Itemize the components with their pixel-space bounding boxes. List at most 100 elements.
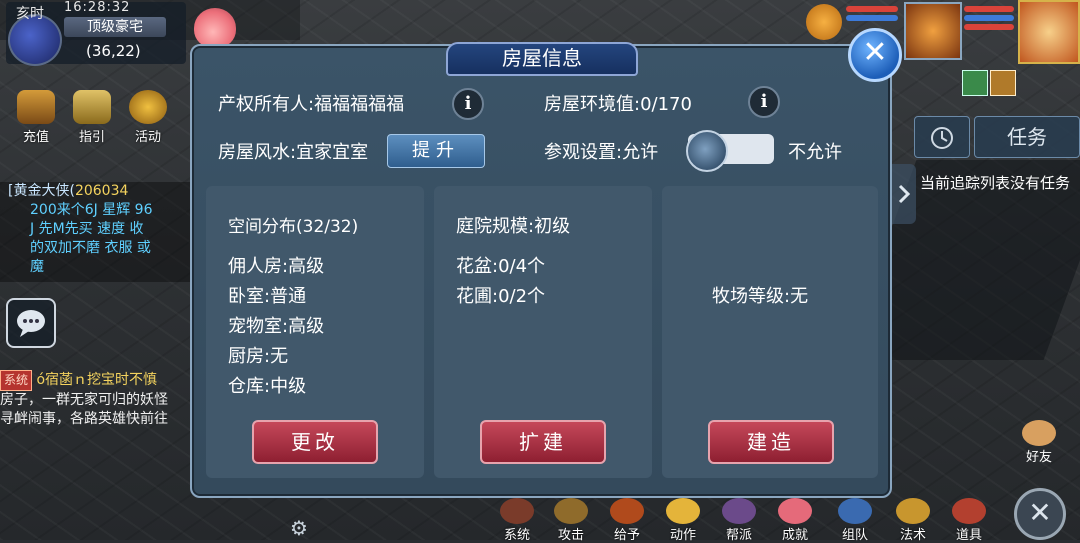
team-icon <box>838 498 872 524</box>
space-row: 厨房:无 <box>228 346 289 367</box>
treasure-chest-icon <box>17 90 55 124</box>
bag-icon <box>952 498 986 524</box>
scroll-help-icon <box>73 90 111 124</box>
dialog-title: 房屋信息 <box>446 42 638 76</box>
guide-button[interactable]: 指引 <box>66 90 118 145</box>
yard-row: 花盆:0/4个 <box>456 256 546 277</box>
system-line: 房子，一群无家可归的妖怪 <box>0 392 168 408</box>
give-label: 给予 <box>613 528 640 543</box>
ranch-title: 牧场等级:无 <box>712 286 809 307</box>
peach-icon[interactable] <box>194 8 236 48</box>
pet-mp-bar <box>846 15 898 21</box>
yard-title: 庭院规模:初级 <box>456 216 571 237</box>
team-label: 组队 <box>841 528 868 543</box>
recharge-label: 充值 <box>22 130 49 145</box>
chat-bubble-icon[interactable] <box>6 298 56 348</box>
friends-label: 好友 <box>1025 450 1052 465</box>
map-name[interactable]: 顶级豪宅 <box>64 17 166 37</box>
fengshui-label: 房屋风水:宜家宜室 <box>218 142 369 163</box>
item-label: 道具 <box>955 528 982 543</box>
player-rage-bar <box>964 24 1014 30</box>
task-empty-text: 当前追踪列表没有任务 <box>920 174 1071 192</box>
item-button[interactable]: 道具 <box>944 498 994 543</box>
close-icon: ✕ <box>862 35 888 70</box>
expand-button[interactable]: 扩建 <box>480 420 606 464</box>
sword-icon <box>554 498 588 524</box>
task-collapse-handle[interactable] <box>892 164 916 224</box>
build-button[interactable]: 建造 <box>708 420 834 464</box>
close-icon: ✕ <box>1028 496 1052 529</box>
action-label: 动作 <box>669 528 696 543</box>
recharge-button[interactable]: 充值 <box>10 90 62 145</box>
handshake-icon <box>1022 420 1056 446</box>
space-row: 卧室:普通 <box>228 286 307 307</box>
environment-value-label: 房屋环境值:0/170 <box>544 94 692 115</box>
system-message: 系统 ó宿菡ｎ挖宝时不慎 房子，一群无家可归的妖怪 寻衅闹事，各路英雄快前往 <box>0 370 190 430</box>
pet-avatar-icon[interactable] <box>806 4 842 40</box>
chat-line: 200来个6J 星辉 96 <box>30 202 153 218</box>
owner-label: 产权所有人:福福福福福 <box>218 94 405 115</box>
system-label: 系统 <box>503 528 530 543</box>
player-hp-bar <box>964 6 1014 12</box>
system-tag: 系统 <box>0 370 33 391</box>
system-line: ó宿菡ｎ挖宝时不慎 <box>36 372 158 388</box>
peach-achievement-icon <box>778 498 812 524</box>
pet-hp-bar <box>846 6 898 12</box>
team-button[interactable]: 组队 <box>830 498 880 543</box>
info-icon[interactable]: i <box>748 86 780 118</box>
pet-portrait-icon[interactable] <box>904 2 962 60</box>
guild-button[interactable]: 帮派 <box>714 498 764 543</box>
activity-button[interactable]: 活动 <box>122 90 174 145</box>
settings-gear-icon[interactable]: ⚙ <box>290 516 308 540</box>
chat-sender-id: 206034 <box>74 183 129 199</box>
game-time-label: 亥时 <box>16 6 44 22</box>
system-line: 寻衅闹事，各路英雄快前往 <box>0 411 168 427</box>
attack-label: 攻击 <box>557 528 584 543</box>
map-coordinates: (36,22) <box>86 42 141 60</box>
buff-icon[interactable] <box>990 70 1016 96</box>
chat-line: 魔 <box>30 259 44 275</box>
visit-setting-label: 参观设置:允许 <box>544 142 659 163</box>
task-tab[interactable]: 任务 <box>974 116 1080 158</box>
change-button[interactable]: 更改 <box>252 420 378 464</box>
close-menu-button[interactable]: ✕ <box>1014 488 1066 540</box>
visit-toggle-knob[interactable] <box>686 130 728 172</box>
space-row: 宠物室:高级 <box>228 316 325 337</box>
buff-icon[interactable] <box>962 70 988 96</box>
friends-button[interactable]: 好友 <box>1014 420 1064 470</box>
system-button[interactable]: 系统 <box>492 498 542 543</box>
clock: 16:28:32 <box>64 0 131 15</box>
upgrade-button[interactable]: 提升 <box>387 134 485 168</box>
yard-row: 花圃:0/2个 <box>456 286 546 307</box>
chat-line: 的双加不磨 衣服 或 <box>30 240 151 256</box>
player-mp-bar <box>964 15 1014 21</box>
space-row: 仓库:中级 <box>228 376 307 397</box>
chat-sender[interactable]: [黄金大侠( <box>8 183 75 199</box>
guild-label: 帮派 <box>725 528 752 543</box>
visit-off-label: 不允许 <box>788 142 842 163</box>
achievement-label: 成就 <box>781 528 808 543</box>
smiley-icon <box>666 498 700 524</box>
achievement-button[interactable]: 成就 <box>770 498 820 543</box>
chat-line: J 先M先买 速度 收 <box>30 221 144 237</box>
action-button[interactable]: 动作 <box>658 498 708 543</box>
guild-icon <box>722 498 756 524</box>
close-button[interactable]: ✕ <box>848 28 902 82</box>
system-icon <box>500 498 534 524</box>
spell-label: 法术 <box>899 528 926 543</box>
give-button[interactable]: 给予 <box>602 498 652 543</box>
info-icon[interactable]: i <box>452 88 484 120</box>
space-row: 佣人房:高级 <box>228 256 325 277</box>
task-clock-tab[interactable] <box>914 116 970 158</box>
chat-line: [黄金大侠(206034 <box>0 182 190 201</box>
space-title: 空间分布(32/32) <box>228 217 359 237</box>
chat-window[interactable]: [黄金大侠(206034 200来个6J 星辉 96 J 先M先买 速度 收 的… <box>0 182 190 282</box>
bell-icon <box>896 498 930 524</box>
attack-button[interactable]: 攻击 <box>546 498 596 543</box>
spell-button[interactable]: 法术 <box>888 498 938 543</box>
gift-icon <box>610 498 644 524</box>
guide-label: 指引 <box>78 130 105 145</box>
gong-icon <box>129 90 167 124</box>
player-portrait-icon[interactable] <box>1018 0 1080 64</box>
activity-label: 活动 <box>134 130 161 145</box>
